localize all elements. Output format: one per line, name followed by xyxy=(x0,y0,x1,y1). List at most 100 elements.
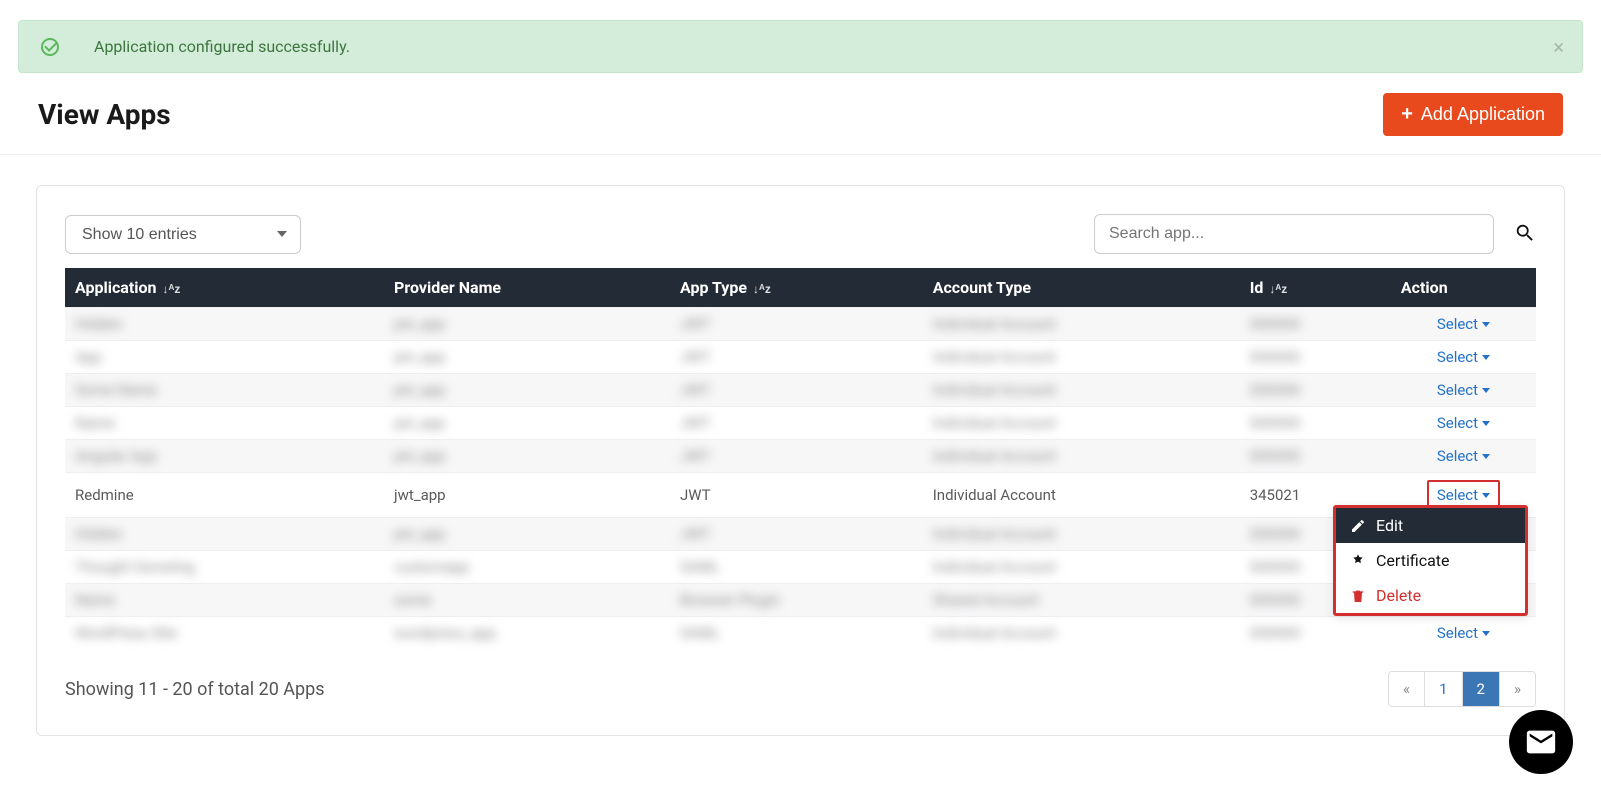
cell: Individual Account xyxy=(923,617,1240,650)
cell: Individual Account xyxy=(923,308,1240,341)
cell: jwt_app xyxy=(384,518,670,551)
mail-icon xyxy=(1524,725,1558,759)
cell: JWT xyxy=(670,407,923,440)
cell: Hidden xyxy=(65,518,384,551)
cell: 000000 xyxy=(1240,440,1391,473)
cell: jwt_app xyxy=(384,308,670,341)
search-icon xyxy=(1514,222,1536,244)
cell: JWT xyxy=(670,518,923,551)
select-action-dropdown[interactable]: Select xyxy=(1437,348,1490,366)
apps-table: Application ↓ᴬᴢ Provider Name App Type ↓… xyxy=(65,268,1536,649)
cell: some xyxy=(384,584,670,617)
caret-down-icon xyxy=(1482,454,1490,459)
cell: Individual Account xyxy=(923,518,1240,551)
entries-select[interactable]: Show 10 entries xyxy=(65,215,301,254)
page-header: View Apps + Add Application xyxy=(0,73,1601,155)
caret-down-icon xyxy=(1482,388,1490,393)
search-wrap xyxy=(1094,214,1536,254)
table-row: Redminejwt_appJWTIndividual Account34502… xyxy=(65,473,1536,518)
cell: Individual Account xyxy=(923,374,1240,407)
table-row: Some Namejwt_appJWTIndividual Account000… xyxy=(65,374,1536,407)
cell: Individual Account xyxy=(923,551,1240,584)
table-row: Appjwt_appJWTIndividual Account000000Sel… xyxy=(65,341,1536,374)
showing-text: Showing 11 - 20 of total 20 Apps xyxy=(65,679,325,700)
caret-down-icon xyxy=(1482,322,1490,327)
col-action: Action xyxy=(1391,268,1536,308)
cell: Shared Account xyxy=(923,584,1240,617)
cell: JWT xyxy=(670,308,923,341)
cell: Name xyxy=(65,584,384,617)
col-apptype[interactable]: App Type ↓ᴬᴢ xyxy=(670,268,923,308)
action-cell: SelectEditCertificateDelete xyxy=(1391,473,1536,518)
cell: 000000 xyxy=(1240,308,1391,341)
cell: Browser Plugin xyxy=(670,584,923,617)
page-1[interactable]: 1 xyxy=(1425,672,1462,706)
cell: JWT xyxy=(670,374,923,407)
table-row: Angular Appjwt_appJWTIndividual Account0… xyxy=(65,440,1536,473)
close-icon[interactable]: × xyxy=(1553,35,1564,59)
table-row: Thought SometngcustomappSAMLIndividual A… xyxy=(65,551,1536,584)
cell: wordpress_app xyxy=(384,617,670,650)
action-edit[interactable]: Edit xyxy=(1336,508,1525,543)
cell: Name xyxy=(65,407,384,440)
caret-down-icon xyxy=(1482,355,1490,360)
page-2[interactable]: 2 xyxy=(1463,672,1500,706)
cell: Some Name xyxy=(65,374,384,407)
select-action-dropdown[interactable]: Select xyxy=(1437,381,1490,399)
action-cell: Select xyxy=(1391,407,1536,440)
col-provider: Provider Name xyxy=(384,268,670,308)
cell: Angular App xyxy=(65,440,384,473)
caret-down-icon xyxy=(1482,631,1490,636)
table-row: NamesomeBrowser PluginShared Account0000… xyxy=(65,584,1536,617)
select-action-dropdown[interactable]: Select xyxy=(1437,447,1490,465)
cell: WordPress Site xyxy=(65,617,384,650)
table-row: WordPress Sitewordpress_appSAMLIndividua… xyxy=(65,617,1536,650)
chat-widget-button[interactable] xyxy=(1509,710,1573,774)
pencil-icon xyxy=(1350,518,1366,534)
action-dropdown-menu: EditCertificateDelete xyxy=(1333,505,1528,616)
action-cell: Select xyxy=(1391,440,1536,473)
trash-icon xyxy=(1350,588,1366,604)
success-alert: Application configured successfully. × xyxy=(18,20,1583,73)
action-cell: Select xyxy=(1391,617,1536,650)
cell: jwt_app xyxy=(384,407,670,440)
action-delete[interactable]: Delete xyxy=(1336,578,1525,613)
plus-icon: + xyxy=(1401,103,1413,126)
cell: 000000 xyxy=(1240,407,1391,440)
page-next[interactable]: » xyxy=(1500,672,1535,706)
action-certificate[interactable]: Certificate xyxy=(1336,543,1525,578)
add-application-button[interactable]: + Add Application xyxy=(1383,93,1563,136)
sort-icon: ↓ᴬᴢ xyxy=(163,282,181,296)
table-footer: Showing 11 - 20 of total 20 Apps « 1 2 » xyxy=(65,671,1536,707)
sort-icon: ↓ᴬᴢ xyxy=(1269,282,1287,296)
col-id[interactable]: Id ↓ᴬᴢ xyxy=(1240,268,1391,308)
table-row: Hiddenjwt_appJWTIndividual Account000000… xyxy=(65,518,1536,551)
page-title: View Apps xyxy=(38,98,171,131)
cell: Redmine xyxy=(65,473,384,518)
cell: 000000 xyxy=(1240,341,1391,374)
col-application[interactable]: Application ↓ᴬᴢ xyxy=(65,268,384,308)
cell: 000000 xyxy=(1240,617,1391,650)
select-action-dropdown[interactable]: Select xyxy=(1437,315,1490,333)
add-button-label: Add Application xyxy=(1421,104,1545,125)
action-cell: Select xyxy=(1391,341,1536,374)
caret-down-icon xyxy=(1482,493,1490,498)
entries-select-wrap: Show 10 entries xyxy=(65,215,301,254)
select-action-dropdown[interactable]: Select xyxy=(1437,624,1490,642)
cell: jwt_app xyxy=(384,341,670,374)
cell: Individual Account xyxy=(923,341,1240,374)
table-controls: Show 10 entries xyxy=(65,214,1536,254)
page-prev[interactable]: « xyxy=(1389,672,1425,706)
sort-icon: ↓ᴬᴢ xyxy=(753,282,771,296)
search-input[interactable] xyxy=(1094,214,1494,254)
pagination: « 1 2 » xyxy=(1388,671,1536,707)
search-button[interactable] xyxy=(1514,222,1536,247)
table-head: Application ↓ᴬᴢ Provider Name App Type ↓… xyxy=(65,268,1536,308)
col-account: Account Type xyxy=(923,268,1240,308)
table-body: Hiddenjwt_appJWTIndividual Account000000… xyxy=(65,308,1536,650)
cell: JWT xyxy=(670,341,923,374)
cell: Thought Sometng xyxy=(65,551,384,584)
select-action-dropdown[interactable]: Select xyxy=(1437,414,1490,432)
cell: JWT xyxy=(670,473,923,518)
cell: Hidden xyxy=(65,308,384,341)
